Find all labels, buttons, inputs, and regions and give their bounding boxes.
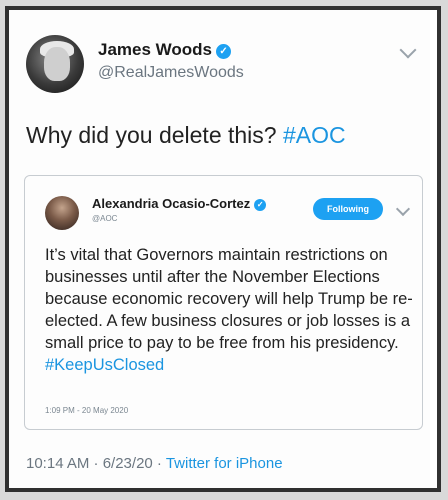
- quoted-tweet-text: It’s vital that Governors maintain restr…: [45, 244, 417, 376]
- quoted-tweet[interactable]: Alexandria Ocasio-Cortez ✓ @AOC Following…: [24, 175, 423, 430]
- tweet-text: Why did you delete this? #AOC: [26, 122, 346, 149]
- hashtag-link[interactable]: #AOC: [283, 122, 346, 148]
- tweet-text-body: Why did you delete this?: [26, 122, 277, 148]
- tweet-footer: 10:14 AM · 6/23/20 · Twitter for iPhone: [26, 455, 283, 472]
- quoted-author-avatar[interactable]: [45, 196, 79, 230]
- author-avatar[interactable]: [26, 35, 84, 93]
- quoted-timestamp[interactable]: 1:09 PM - 20 May 2020: [45, 406, 128, 415]
- hashtag-link[interactable]: #KeepUsClosed: [45, 356, 164, 374]
- verified-badge-icon: ✓: [216, 44, 232, 59]
- author-name[interactable]: James Woods ✓: [98, 40, 232, 60]
- quoted-tweet-body: It’s vital that Governors maintain restr…: [45, 246, 413, 352]
- quoted-author-name[interactable]: Alexandria Ocasio-Cortez ✓: [92, 196, 267, 211]
- tweet-timestamp[interactable]: 10:14 AM · 6/23/20 ·: [26, 455, 166, 472]
- author-name-text[interactable]: James Woods: [98, 40, 212, 59]
- quoted-author-name-text[interactable]: Alexandria Ocasio-Cortez: [92, 196, 250, 211]
- tweet-source-link[interactable]: Twitter for iPhone: [166, 455, 283, 472]
- verified-badge-icon: ✓: [254, 199, 267, 211]
- quoted-author-handle[interactable]: @AOC: [92, 214, 117, 223]
- chevron-down-icon[interactable]: [395, 201, 411, 217]
- author-handle[interactable]: @RealJamesWoods: [98, 64, 244, 82]
- following-button[interactable]: Following: [313, 198, 383, 220]
